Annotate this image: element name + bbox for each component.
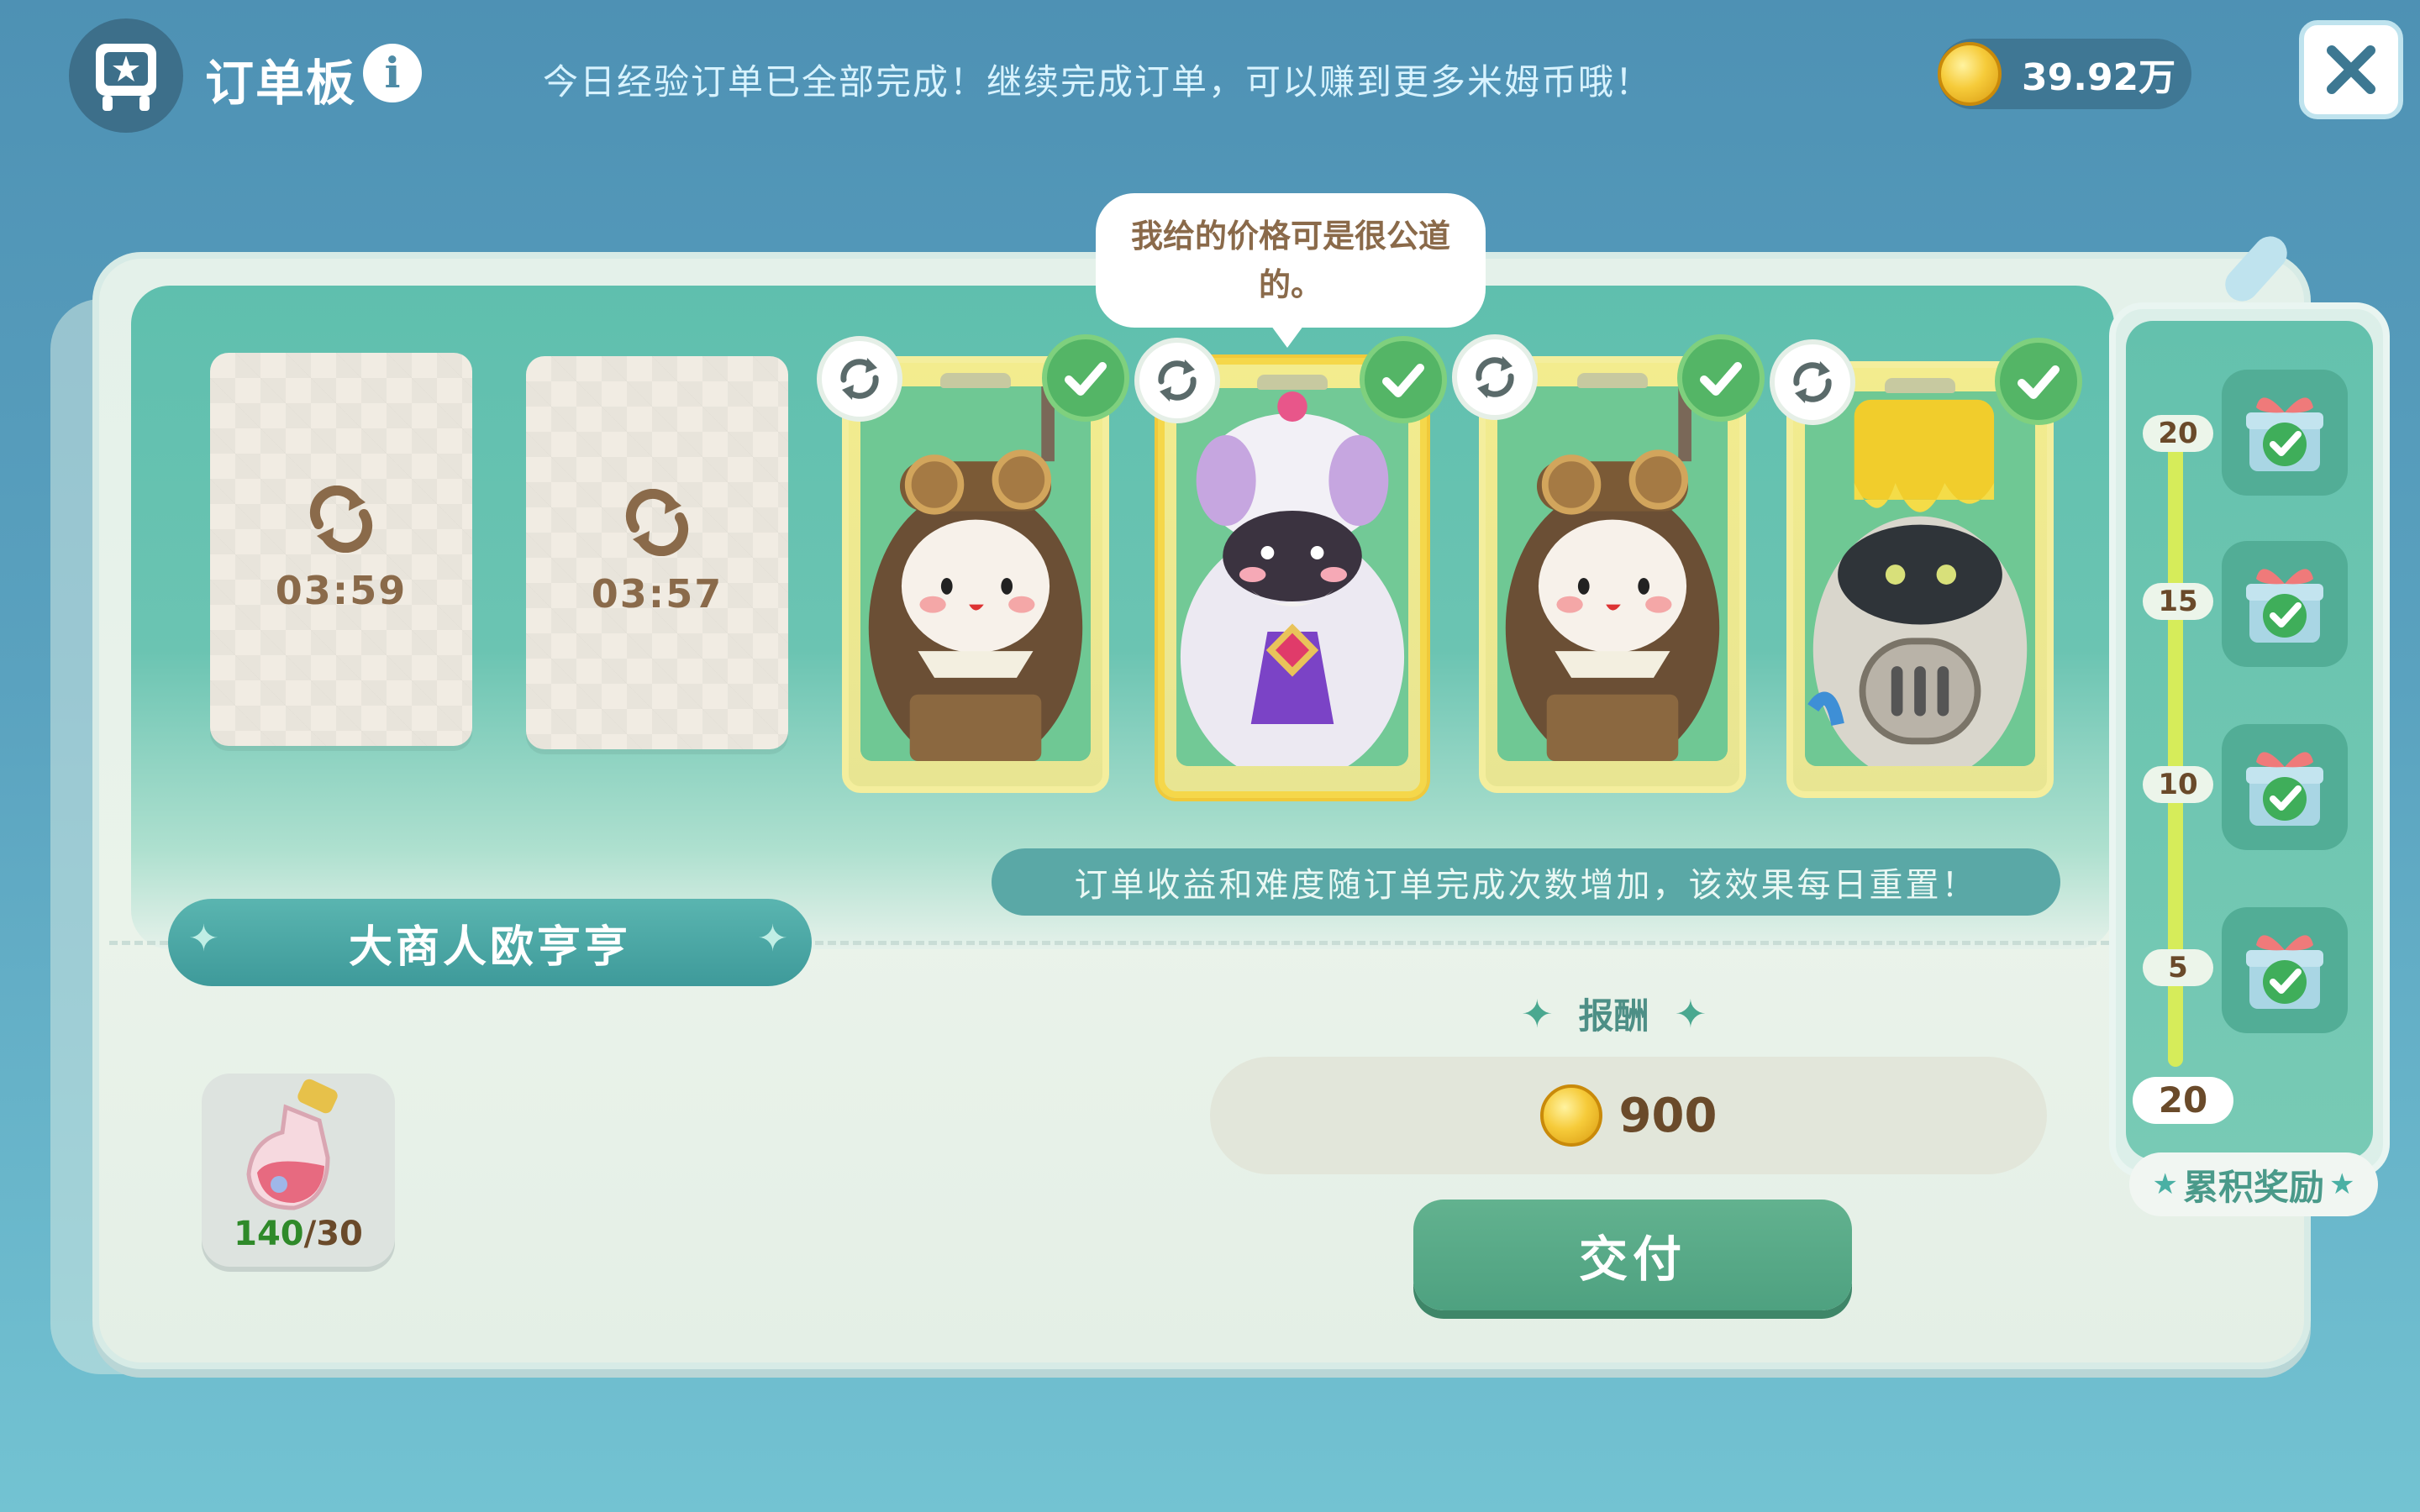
cooldown-timer: 03:57 (591, 571, 723, 617)
checkmark-icon (1065, 362, 1107, 396)
order-slot-cooldown: 03:59 (210, 353, 472, 746)
order-complete-badge (1042, 334, 1129, 422)
gift-box-icon (2246, 752, 2323, 826)
info-icon[interactable]: i (363, 44, 422, 102)
gift-box-icon (2246, 935, 2323, 1009)
milestone-value: 15 (2143, 583, 2213, 620)
currency-amount: 39.92万 (2022, 56, 2176, 99)
cooldown-timer: 03:59 (275, 568, 408, 613)
potion-bottle-icon (246, 1079, 338, 1210)
order-slot-cooldown: 03:57 (526, 356, 788, 749)
item-owned-count: 140 (234, 1215, 304, 1253)
character-portrait-aviator (860, 386, 1091, 761)
card-tab (1257, 375, 1328, 390)
character-portrait-merchant (1176, 388, 1408, 766)
order-board-icon (96, 44, 156, 111)
checkmark-icon (1700, 362, 1742, 396)
gift-box-icon (2246, 397, 2323, 471)
character-portrait-aviator (1497, 386, 1728, 761)
item-required-count: /30 (303, 1215, 363, 1253)
page-title: 订单板 (205, 55, 357, 112)
close-button[interactable] (2299, 20, 2403, 119)
merchant-speech-bubble: 我给的价格可是很公道的。 (1096, 193, 1486, 328)
milestone-value: 5 (2143, 949, 2213, 986)
star-icon: ★ (2152, 1168, 2178, 1201)
order-card-aviator[interactable] (842, 356, 1109, 793)
sparkle-icon: ✦ (1674, 990, 1707, 1037)
card-tab (940, 373, 1011, 388)
order-board-logo (69, 18, 183, 133)
order-complete-badge (1360, 336, 1447, 423)
checkmark-icon (1382, 364, 1424, 397)
refresh-order-button[interactable] (1452, 334, 1538, 420)
refresh-order-button[interactable] (1134, 338, 1220, 423)
daily-status-message: 今日经验订单已全部完成！继续完成订单，可以赚到更多米姆币哦！ (543, 61, 1653, 102)
milestone-value: 20 (2143, 415, 2213, 452)
order-complete-badge (1995, 338, 2082, 425)
refresh-icon (1158, 360, 1197, 402)
reward-display: 900 (1210, 1057, 2047, 1174)
merchant-name-ribbon: ✦ 大商人欧亨亨 ✦ (168, 899, 812, 986)
close-icon (2327, 45, 2375, 94)
speech-bubble-tail (1269, 323, 1306, 348)
refresh-order-button[interactable] (817, 336, 902, 422)
sparkle-icon: ✦ (757, 917, 792, 960)
currency-display: 39.92万 (1938, 39, 2191, 109)
sparkle-icon: ✦ (1521, 990, 1554, 1037)
refresh-icon (1476, 356, 1514, 398)
reward-heading: ✦ 报酬 ✦ (1521, 988, 1707, 1039)
milestone-value: 10 (2143, 766, 2213, 803)
order-card-merchant[interactable] (1158, 358, 1427, 798)
refresh-order-button[interactable] (1770, 339, 1855, 425)
order-card-aviator[interactable] (1479, 356, 1746, 793)
star-icon: ★ (2329, 1168, 2355, 1201)
milestone-gift-claimed[interactable] (2222, 724, 2348, 850)
refreshing-icon (309, 486, 373, 553)
reward-label: 报酬 (1578, 995, 1649, 1037)
gift-box-icon (2246, 569, 2323, 643)
refresh-icon (840, 358, 879, 400)
order-complete-badge (1677, 334, 1765, 422)
order-rule-banner: 订单收益和难度随订单完成次数增加，该效果每日重置！ (992, 848, 2060, 916)
sparkle-icon: ✦ (188, 917, 223, 960)
order-card-robot[interactable] (1786, 361, 2054, 798)
character-portrait-robot (1805, 391, 2035, 766)
milestone-gift-claimed[interactable] (2222, 541, 2348, 667)
cumulative-reward-label: ★ 累积奖励 ★ (2129, 1152, 2378, 1216)
coin-icon (1938, 42, 2002, 106)
refresh-icon (1793, 361, 1832, 403)
card-tab (1577, 373, 1648, 388)
deliver-button[interactable]: 交付 (1413, 1200, 1852, 1310)
item-count: 140/30 (202, 1215, 395, 1253)
reward-amount: 900 (1618, 1088, 1718, 1143)
coin-icon (1539, 1084, 1602, 1147)
milestone-gift-claimed[interactable] (2222, 370, 2348, 496)
cumulative-reward-text: 累积奖励 (2182, 1166, 2324, 1208)
cumulative-progress-value: 20 (2133, 1077, 2233, 1124)
card-tab (1885, 378, 1955, 393)
milestone-gift-claimed[interactable] (2222, 907, 2348, 1033)
merchant-name: 大商人欧亨亨 (348, 921, 631, 973)
required-item-slot[interactable]: 140/30 (202, 1074, 395, 1267)
refreshing-icon (625, 489, 689, 556)
checkmark-icon (2018, 365, 2060, 399)
